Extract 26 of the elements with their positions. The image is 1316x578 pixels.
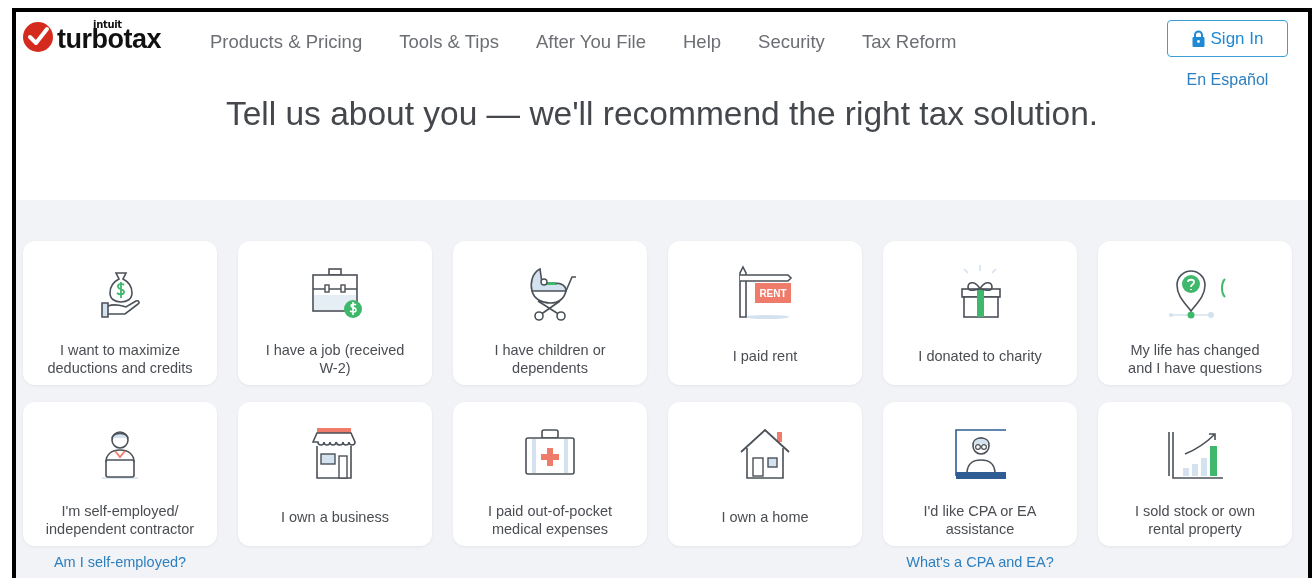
nav-link[interactable]: After You File <box>535 31 646 53</box>
option-card[interactable]: I'm self-employed/ independent contractor <box>23 402 217 546</box>
nav-link[interactable]: Products & Pricing <box>210 31 363 53</box>
option-card[interactable]: I own a home <box>668 402 862 546</box>
option-card[interactable]: I paid out-of-pocket medical expenses <box>453 402 647 546</box>
option-card[interactable]: I donated to charity <box>883 241 1077 385</box>
nav-link[interactable]: Tools & Tips <box>399 31 499 53</box>
explainer-link[interactable]: Am I self-employed? <box>53 554 187 570</box>
checkmark-logo-icon <box>22 20 54 53</box>
option-card[interactable]: I have a job (received W-2) <box>238 241 432 385</box>
option-card[interactable]: I'd like CPA or EA assistance <box>883 402 1077 546</box>
language-link[interactable]: En Español <box>1186 71 1269 89</box>
option-card[interactable]: I sold stock or own rental property <box>1098 402 1292 546</box>
option-card[interactable]: I own a business <box>238 402 432 546</box>
page-heading: Tell us about you — we'll recommend the right tax solution. <box>225 95 1099 133</box>
lock-icon <box>1191 30 1205 47</box>
nav-link[interactable]: Security <box>758 31 825 53</box>
nav-link[interactable]: Help <box>683 31 722 53</box>
rent-sign-text: RENT <box>759 288 787 299</box>
option-card[interactable]: I have children or dependents <box>453 241 647 385</box>
option-card[interactable]: I want to maximize deductions and credits <box>23 241 217 385</box>
option-card[interactable]: My life has changed and I have questions <box>1098 241 1292 385</box>
sign-in-button[interactable]: Sign In <box>1167 20 1288 57</box>
option-card[interactable]: RENT I paid rent <box>668 241 862 385</box>
nav-link[interactable]: Tax Reform <box>861 31 957 53</box>
explainer-link[interactable]: What's a CPA and EA? <box>906 554 1054 570</box>
